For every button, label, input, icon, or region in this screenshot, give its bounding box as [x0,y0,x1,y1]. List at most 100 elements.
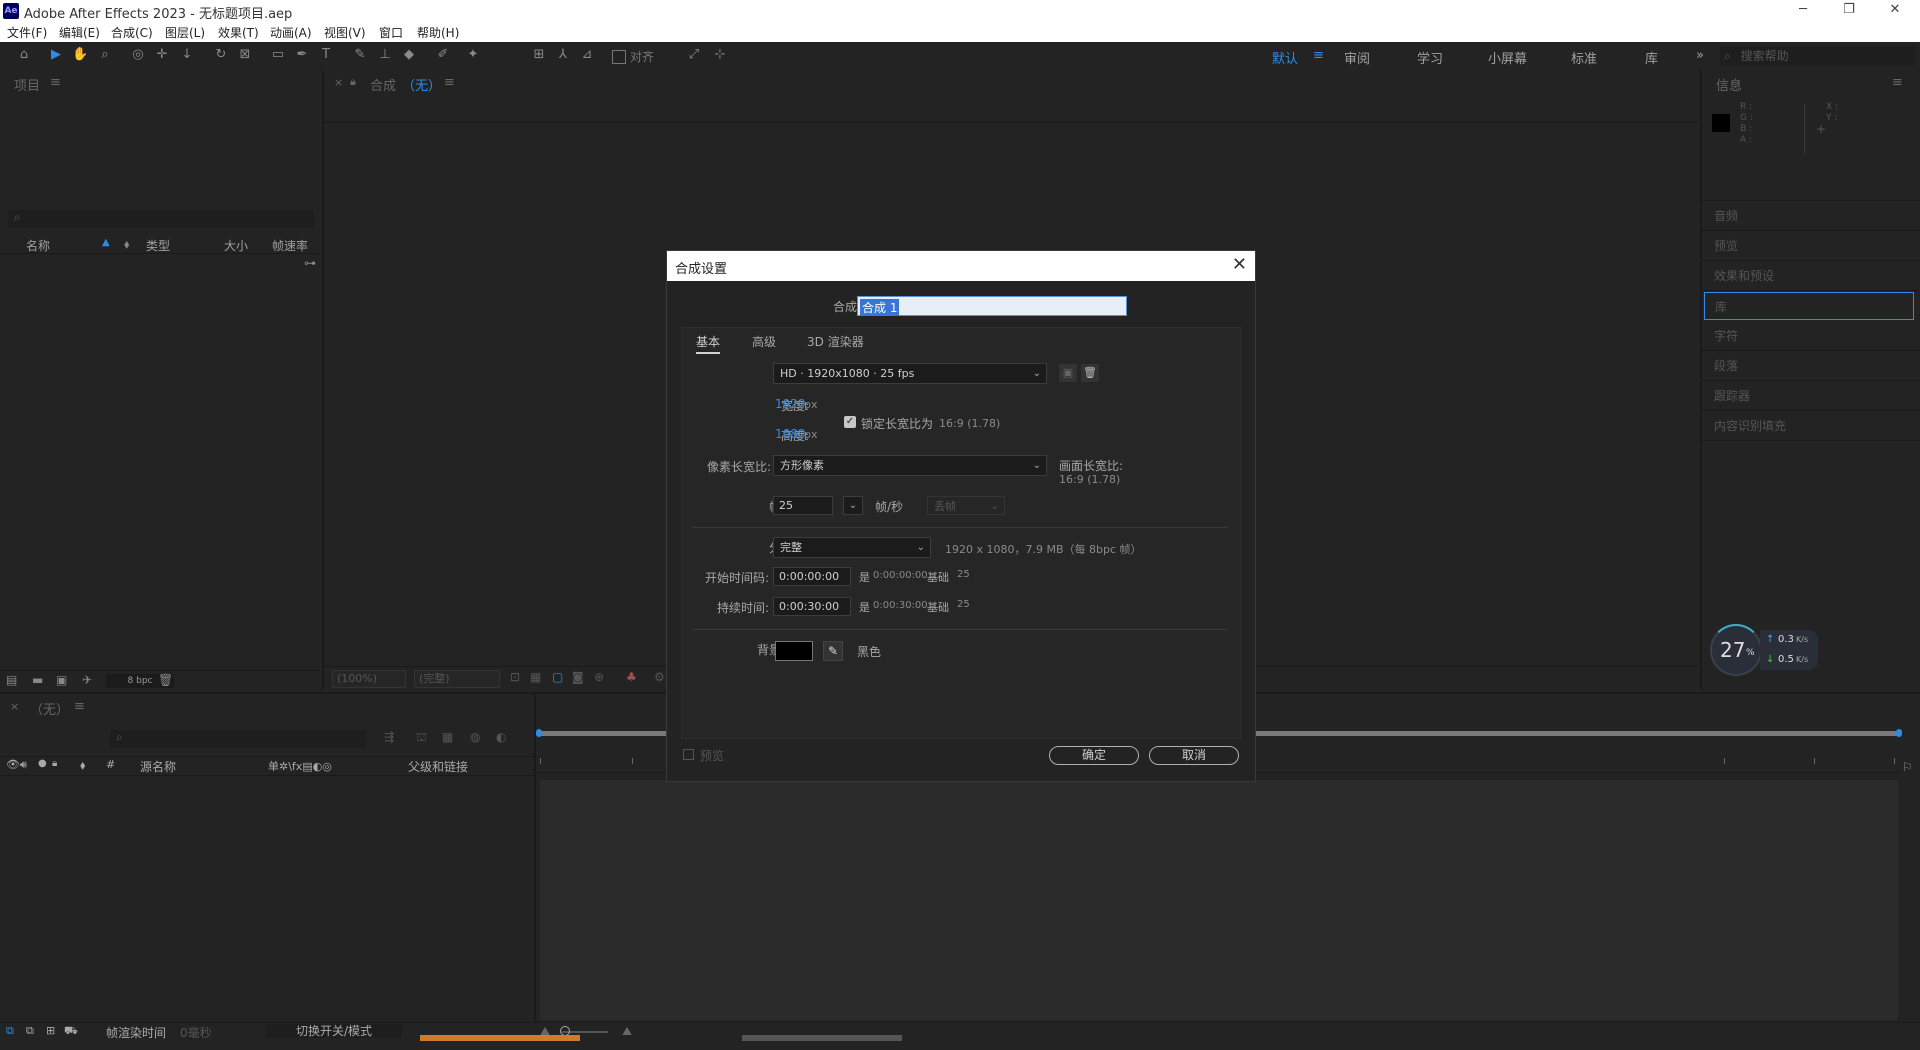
restore-button[interactable]: ❐ [1826,0,1872,22]
interpret-footage-icon[interactable]: ▤ [6,673,17,687]
transfer-controls-icon[interactable]: ⧉ [26,1024,34,1038]
drop-frame-dropdown[interactable]: 丢帧 ⌄ [927,496,1005,515]
new-comp-icon[interactable]: ▣ [56,673,67,687]
rotate-tool-icon[interactable]: ↻ [213,47,229,63]
home-icon[interactable]: ⌂ [16,47,32,63]
workspace-small-screen[interactable]: 小屏幕 [1488,48,1527,67]
section-preview[interactable]: 预览 [1702,230,1920,261]
color-channels-icon[interactable]: ♣ [626,670,637,684]
pixel-aspect-dropdown[interactable]: 方形像素 ⌄ [773,455,1047,476]
snap-options-icon[interactable]: ⊹ [712,47,728,63]
delete-icon[interactable]: 🗑 [158,673,173,687]
anchor-tool-icon[interactable]: ⊠ [237,47,253,63]
clone-stamp-icon[interactable]: ⊥ [377,47,393,63]
tab-basic[interactable]: 基本 [696,333,721,354]
menu-layer[interactable]: 图层(L) [165,24,205,41]
shy-layers-icon[interactable]: ▦ [442,730,453,744]
preset-dropdown[interactable]: HD · 1920x1080 · 25 fps ⌄ [773,363,1047,384]
menu-edit[interactable]: 编辑(E) [59,24,100,41]
section-effects-presets[interactable]: 效果和预设 [1702,260,1920,291]
workspace-learn[interactable]: 学习 [1417,48,1443,67]
menu-help[interactable]: 帮助(H) [417,24,459,41]
new-folder-icon[interactable]: ▬ [32,673,43,687]
align-checkbox[interactable] [612,50,626,64]
section-content-aware-fill[interactable]: 内容识别填充 [1702,410,1920,441]
lock-aspect-checkbox[interactable]: ✓ [844,416,856,428]
eraser-tool-icon[interactable]: ◆ [401,47,417,63]
tab-advanced[interactable]: 高级 [752,333,776,350]
roto-brush-icon[interactable]: ✐ [435,47,451,63]
orbit-tool-icon[interactable]: ◎ [130,47,146,63]
tab-3d-renderer[interactable]: 3D 渲染器 [807,333,864,350]
eye-icon[interactable]: 👁︎ [6,758,20,771]
render-time-icon[interactable]: ⛟ [64,1024,78,1039]
section-tracker[interactable]: 跟踪器 [1702,380,1920,411]
mask-visibility-icon[interactable]: ▢ [552,670,563,684]
toggle-switches-modes-button[interactable]: 切换开关/模式 [266,1024,402,1038]
preview-checkbox[interactable] [683,749,694,760]
delete-preset-icon[interactable]: 🗑 [1081,364,1099,382]
minimize-button[interactable]: ─ [1780,0,1826,22]
section-audio[interactable]: 音频 [1702,200,1920,231]
zoom-tool-icon[interactable]: ⌕ [97,47,113,63]
layer-switches-icon[interactable]: ⧉ [6,1024,14,1038]
workspace-menu-icon[interactable]: ≡ [1313,48,1324,63]
timeline-search-input[interactable]: ⌕ [110,730,366,748]
draft-3d-icon[interactable]: ⛫ [416,730,427,746]
motion-blur-icon[interactable]: ◐ [496,730,506,744]
in-out-icon[interactable]: ⊞ [46,1024,55,1037]
save-preset-icon[interactable]: ▣ [1059,364,1077,382]
panel-menu-icon[interactable]: ≡ [50,75,61,90]
col-source-name[interactable]: 源名称 [140,758,176,775]
comp-name-input[interactable]: 合成 1 [857,296,1127,316]
menu-effect[interactable]: 效果(T) [218,24,259,41]
fps-input[interactable]: 25 [773,496,833,515]
dialog-close-icon[interactable]: ✕ [1232,254,1247,275]
zoom-in-icon[interactable]: ⛰ [622,1024,632,1039]
search-help-input[interactable]: ⌕ 搜索帮助 [1720,47,1916,65]
rectangle-tool-icon[interactable]: ▭ [270,47,286,63]
close-tab-icon[interactable]: × [10,700,19,713]
work-area-end-handle[interactable] [1896,729,1902,737]
workspace-review[interactable]: 审阅 [1344,48,1370,67]
render-icon[interactable]: ✈ [82,673,92,687]
axis-world-icon[interactable]: ⅄ [555,47,571,63]
workspace-library[interactable]: 库 [1645,48,1658,67]
menu-file[interactable]: 文件(F) [7,24,47,41]
eyedropper-icon[interactable]: ✎ [823,641,843,661]
ok-button[interactable]: 确定 [1049,746,1139,765]
snap-icon[interactable]: ⤢ [686,47,702,63]
lock-icon[interactable]: 🔒︎ [350,75,356,89]
switches-icons[interactable]: 单✲\fx▤◐◎ [268,758,332,774]
menu-animation[interactable]: 动画(A) [270,24,312,41]
work-area-start-handle[interactable] [536,729,542,737]
region-of-interest-icon[interactable]: ⊡ [510,670,520,684]
comp-mini-flowchart-icon[interactable]: ⇶ [384,730,394,744]
comp-button-icon[interactable]: ⚐ [1902,760,1918,776]
flowchart-icon[interactable]: ⊶ [304,256,316,270]
resolution-dropdown[interactable]: 完整 ⌄ [773,537,931,558]
audio-icon[interactable]: 🔊︎ [20,758,27,772]
puppet-pin-icon[interactable]: ✦ [465,47,481,63]
brush-tool-icon[interactable]: ✎ [352,47,368,63]
sort-up-icon[interactable]: ▲ [102,237,110,248]
dolly-tool-icon[interactable]: ↓ [179,47,195,63]
section-character[interactable]: 字符 [1702,320,1920,351]
zoom-dropdown[interactable]: (100%) [332,670,406,688]
close-tab-icon[interactable]: × [334,76,343,89]
timeline-track-area[interactable] [540,780,1898,1020]
fps-dropdown-chevron-icon[interactable]: ⌄ [843,496,863,515]
panel-menu-icon[interactable]: ≡ [1892,75,1903,90]
menu-view[interactable]: 视图(V) [324,24,366,41]
workspace-standard[interactable]: 标准 [1571,48,1597,67]
label-tag-icon[interactable]: ⬧ [124,237,129,252]
selection-tool-icon[interactable]: ▶ [48,47,64,63]
hand-tool-icon[interactable]: ✋ [72,47,88,63]
menu-composition[interactable]: 合成(C) [111,24,153,41]
section-library[interactable]: 库 [1704,292,1914,320]
workspace-default[interactable]: 默认 [1272,48,1298,67]
width-value[interactable]: 1920 [775,397,806,411]
height-value[interactable]: 1080 [775,427,806,441]
start-timecode-input[interactable]: 0:00:00:00 [773,567,851,586]
lock-icon[interactable]: 🔒︎ [52,758,57,769]
